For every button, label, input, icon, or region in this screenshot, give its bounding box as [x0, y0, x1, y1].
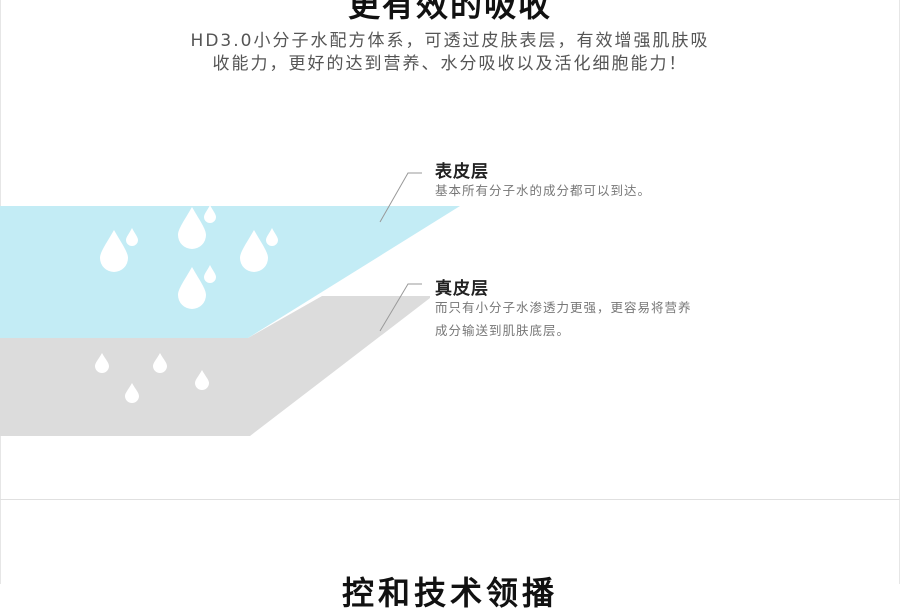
dermis-desc-line-1: 而只有小分子水渗透力更强，更容易将营养 [435, 300, 692, 315]
dermis-desc-line-2: 成分输送到肌肤底层。 [435, 323, 571, 338]
epidermis-desc: 基本所有分子水的成分都可以到达。 [435, 183, 652, 198]
next-section-title: 控和技术领播 [341, 574, 558, 612]
skin-layer-diagram [0, 172, 460, 436]
section-divider [0, 499, 900, 500]
